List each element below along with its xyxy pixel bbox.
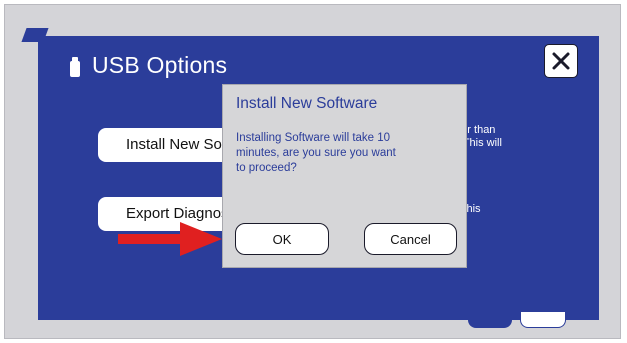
modal-message: Installing Software will take 10 minutes… — [236, 132, 396, 174]
install-confirm-modal: Install New Software Installing Software… — [222, 84, 467, 268]
panel-bottom-tab-white — [520, 312, 566, 328]
usb-drive-icon — [70, 57, 80, 77]
dialog-title: USB Options — [92, 52, 228, 78]
ok-button[interactable]: OK — [235, 223, 329, 255]
red-arrow-annotation — [118, 222, 222, 256]
close-icon — [552, 52, 570, 70]
panel-bottom-tab — [468, 312, 512, 328]
close-button[interactable] — [544, 44, 578, 78]
modal-title: Install New Software — [236, 95, 378, 112]
cancel-button[interactable]: Cancel — [364, 223, 457, 255]
